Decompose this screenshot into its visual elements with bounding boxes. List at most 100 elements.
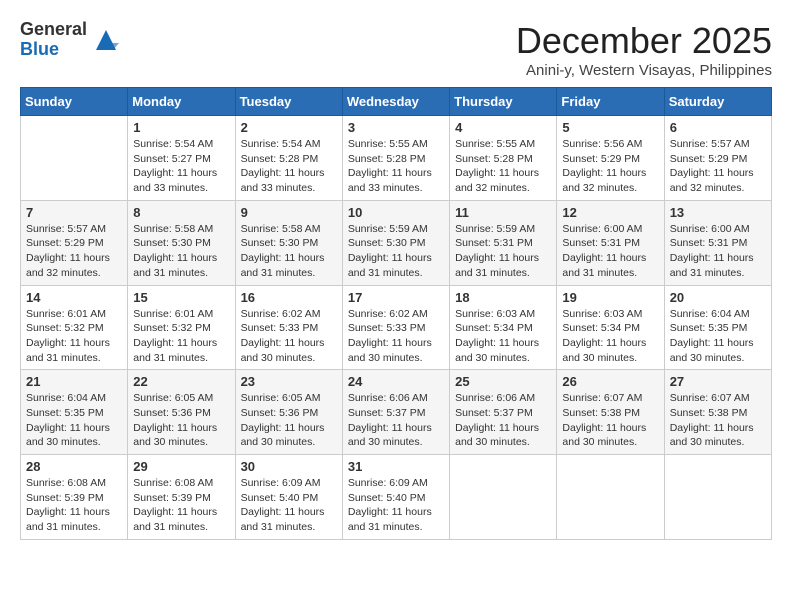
day-info: Sunrise: 5:58 AMSunset: 5:30 PMDaylight:… <box>241 222 337 281</box>
calendar-cell: 23 Sunrise: 6:05 AMSunset: 5:36 PMDayligh… <box>235 370 342 455</box>
day-info: Sunrise: 6:03 AMSunset: 5:34 PMDaylight:… <box>562 307 658 366</box>
day-info: Sunrise: 6:06 AMSunset: 5:37 PMDaylight:… <box>348 391 444 450</box>
calendar-week-row: 1 Sunrise: 5:54 AMSunset: 5:27 PMDaylight… <box>21 116 772 201</box>
column-header-monday: Monday <box>128 88 235 116</box>
calendar-cell <box>450 455 557 540</box>
day-number: 8 <box>133 205 229 220</box>
day-info: Sunrise: 6:01 AMSunset: 5:32 PMDaylight:… <box>133 307 229 366</box>
day-number: 28 <box>26 459 122 474</box>
day-number: 19 <box>562 290 658 305</box>
day-number: 29 <box>133 459 229 474</box>
calendar-cell: 6Sunrise: 5:57 AMSunset: 5:29 PMDaylight… <box>664 116 771 201</box>
location: Anini-y, Western Visayas, Philippines <box>516 62 772 79</box>
page-header: General Blue December 2025 Anini-y, West… <box>20 20 772 79</box>
column-header-sunday: Sunday <box>21 88 128 116</box>
day-info: Sunrise: 6:03 AMSunset: 5:34 PMDaylight:… <box>455 307 551 366</box>
calendar-week-row: 28 Sunrise: 6:08 AMSunset: 5:39 PMDayligh… <box>21 455 772 540</box>
title-block: December 2025 Anini-y, Western Visayas, … <box>516 20 772 79</box>
logo-blue: Blue <box>20 40 87 60</box>
calendar-cell: 14 Sunrise: 6:01 AMSunset: 5:32 PMDayligh… <box>21 285 128 370</box>
day-number: 31 <box>348 459 444 474</box>
day-number: 2 <box>241 120 337 135</box>
day-info: Sunrise: 5:54 AMSunset: 5:27 PMDaylight:… <box>133 137 229 196</box>
calendar-week-row: 14 Sunrise: 6:01 AMSunset: 5:32 PMDayligh… <box>21 285 772 370</box>
day-info: Sunrise: 6:05 AMSunset: 5:36 PMDaylight:… <box>241 391 337 450</box>
logo-icon <box>91 25 121 55</box>
calendar-cell: 3Sunrise: 5:55 AMSunset: 5:28 PMDaylight… <box>342 116 449 201</box>
day-info: Sunrise: 6:02 AMSunset: 5:33 PMDaylight:… <box>241 307 337 366</box>
calendar-cell: 13 Sunrise: 6:00 AMSunset: 5:31 PMDayligh… <box>664 200 771 285</box>
calendar-cell: 26Sunrise: 6:07 AMSunset: 5:38 PMDayligh… <box>557 370 664 455</box>
calendar-cell: 25 Sunrise: 6:06 AMSunset: 5:37 PMDayligh… <box>450 370 557 455</box>
day-info: Sunrise: 6:04 AMSunset: 5:35 PMDaylight:… <box>26 391 122 450</box>
day-info: Sunrise: 5:54 AMSunset: 5:28 PMDaylight:… <box>241 137 337 196</box>
day-info: Sunrise: 6:06 AMSunset: 5:37 PMDaylight:… <box>455 391 551 450</box>
calendar-week-row: 21Sunrise: 6:04 AMSunset: 5:35 PMDayligh… <box>21 370 772 455</box>
calendar-cell: 15 Sunrise: 6:01 AMSunset: 5:32 PMDayligh… <box>128 285 235 370</box>
day-number: 27 <box>670 374 766 389</box>
calendar-table: SundayMondayTuesdayWednesdayThursdayFrid… <box>20 87 772 540</box>
day-info: Sunrise: 5:58 AMSunset: 5:30 PMDaylight:… <box>133 222 229 281</box>
day-info: Sunrise: 6:09 AMSunset: 5:40 PMDaylight:… <box>241 476 337 535</box>
calendar-cell: 7Sunrise: 5:57 AMSunset: 5:29 PMDaylight… <box>21 200 128 285</box>
calendar-cell <box>21 116 128 201</box>
calendar-cell: 31 Sunrise: 6:09 AMSunset: 5:40 PMDayligh… <box>342 455 449 540</box>
day-info: Sunrise: 6:00 AMSunset: 5:31 PMDaylight:… <box>670 222 766 281</box>
calendar-cell: 30Sunrise: 6:09 AMSunset: 5:40 PMDayligh… <box>235 455 342 540</box>
calendar-cell: 8 Sunrise: 5:58 AMSunset: 5:30 PMDaylight… <box>128 200 235 285</box>
day-number: 1 <box>133 120 229 135</box>
day-number: 12 <box>562 205 658 220</box>
calendar-cell <box>557 455 664 540</box>
calendar-cell: 29Sunrise: 6:08 AMSunset: 5:39 PMDayligh… <box>128 455 235 540</box>
day-number: 14 <box>26 290 122 305</box>
calendar-cell: 9Sunrise: 5:58 AMSunset: 5:30 PMDaylight… <box>235 200 342 285</box>
day-info: Sunrise: 5:55 AMSunset: 5:28 PMDaylight:… <box>455 137 551 196</box>
day-info: Sunrise: 5:55 AMSunset: 5:28 PMDaylight:… <box>348 137 444 196</box>
day-number: 20 <box>670 290 766 305</box>
calendar-cell: 12 Sunrise: 6:00 AMSunset: 5:31 PMDayligh… <box>557 200 664 285</box>
day-number: 4 <box>455 120 551 135</box>
day-info: Sunrise: 5:59 AMSunset: 5:31 PMDaylight:… <box>455 222 551 281</box>
month-title: December 2025 <box>516 20 772 62</box>
calendar-week-row: 7Sunrise: 5:57 AMSunset: 5:29 PMDaylight… <box>21 200 772 285</box>
logo-text: General Blue <box>20 20 87 60</box>
day-number: 15 <box>133 290 229 305</box>
day-info: Sunrise: 6:07 AMSunset: 5:38 PMDaylight:… <box>562 391 658 450</box>
day-info: Sunrise: 5:57 AMSunset: 5:29 PMDaylight:… <box>670 137 766 196</box>
day-number: 16 <box>241 290 337 305</box>
calendar-cell: 24Sunrise: 6:06 AMSunset: 5:37 PMDayligh… <box>342 370 449 455</box>
calendar-cell: 11 Sunrise: 5:59 AMSunset: 5:31 PMDayligh… <box>450 200 557 285</box>
day-number: 10 <box>348 205 444 220</box>
day-info: Sunrise: 6:08 AMSunset: 5:39 PMDaylight:… <box>26 476 122 535</box>
day-info: Sunrise: 6:01 AMSunset: 5:32 PMDaylight:… <box>26 307 122 366</box>
day-info: Sunrise: 6:04 AMSunset: 5:35 PMDaylight:… <box>670 307 766 366</box>
day-number: 17 <box>348 290 444 305</box>
day-number: 7 <box>26 205 122 220</box>
calendar-cell: 2 Sunrise: 5:54 AMSunset: 5:28 PMDaylight… <box>235 116 342 201</box>
column-header-friday: Friday <box>557 88 664 116</box>
day-number: 22 <box>133 374 229 389</box>
day-info: Sunrise: 5:59 AMSunset: 5:30 PMDaylight:… <box>348 222 444 281</box>
calendar-cell: 22 Sunrise: 6:05 AMSunset: 5:36 PMDayligh… <box>128 370 235 455</box>
logo-general: General <box>20 20 87 40</box>
calendar-cell: 4 Sunrise: 5:55 AMSunset: 5:28 PMDaylight… <box>450 116 557 201</box>
day-number: 11 <box>455 205 551 220</box>
day-info: Sunrise: 6:02 AMSunset: 5:33 PMDaylight:… <box>348 307 444 366</box>
day-number: 13 <box>670 205 766 220</box>
day-number: 25 <box>455 374 551 389</box>
day-info: Sunrise: 6:05 AMSunset: 5:36 PMDaylight:… <box>133 391 229 450</box>
day-info: Sunrise: 6:09 AMSunset: 5:40 PMDaylight:… <box>348 476 444 535</box>
column-header-wednesday: Wednesday <box>342 88 449 116</box>
calendar-cell: 19 Sunrise: 6:03 AMSunset: 5:34 PMDayligh… <box>557 285 664 370</box>
day-info: Sunrise: 6:07 AMSunset: 5:38 PMDaylight:… <box>670 391 766 450</box>
day-number: 23 <box>241 374 337 389</box>
calendar-cell: 21Sunrise: 6:04 AMSunset: 5:35 PMDayligh… <box>21 370 128 455</box>
calendar-cell: 27 Sunrise: 6:07 AMSunset: 5:38 PMDayligh… <box>664 370 771 455</box>
logo: General Blue <box>20 20 121 60</box>
calendar-cell: 17 Sunrise: 6:02 AMSunset: 5:33 PMDayligh… <box>342 285 449 370</box>
calendar-cell <box>664 455 771 540</box>
calendar-header-row: SundayMondayTuesdayWednesdayThursdayFrid… <box>21 88 772 116</box>
calendar-cell: 1 Sunrise: 5:54 AMSunset: 5:27 PMDaylight… <box>128 116 235 201</box>
day-info: Sunrise: 6:00 AMSunset: 5:31 PMDaylight:… <box>562 222 658 281</box>
day-number: 18 <box>455 290 551 305</box>
